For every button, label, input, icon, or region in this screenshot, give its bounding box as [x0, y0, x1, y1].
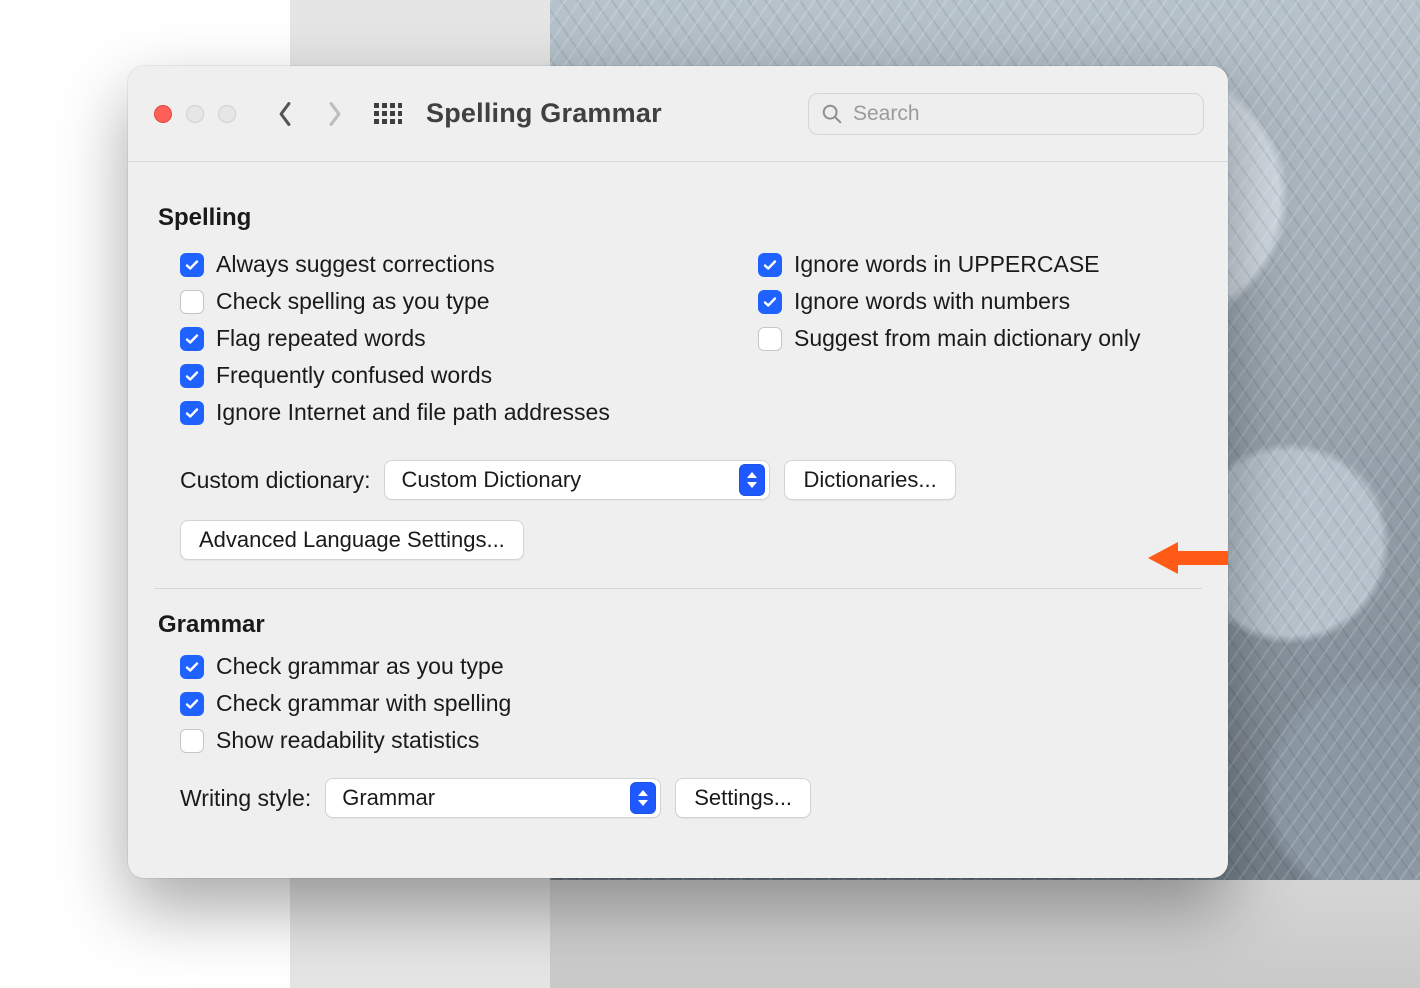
writing-style-value: Grammar	[342, 785, 435, 811]
checkbox-readability-stats[interactable]	[180, 729, 204, 753]
section-heading-grammar: Grammar	[158, 611, 1198, 639]
writing-style-row: Writing style: Grammar Settings...	[180, 778, 1198, 818]
label-ignore-numbers: Ignore words with numbers	[794, 288, 1070, 315]
window-minimize-button[interactable]	[186, 105, 204, 123]
back-button[interactable]	[266, 95, 304, 133]
window-close-button[interactable]	[154, 105, 172, 123]
label-readability-stats: Show readability statistics	[216, 727, 479, 754]
label-grammar-as-type: Check grammar as you type	[216, 653, 504, 680]
preferences-window: Spelling Grammar Spelling Always suggest…	[128, 66, 1228, 878]
label-grammar-with-spelling: Check grammar with spelling	[216, 690, 511, 717]
custom-dictionary-row: Custom dictionary: Custom Dictionary Dic…	[180, 460, 1198, 500]
checkbox-always-suggest[interactable]	[180, 253, 204, 277]
label-frequently-confused: Frequently confused words	[216, 362, 492, 389]
chevron-left-icon	[276, 101, 294, 127]
show-all-button[interactable]	[372, 98, 404, 130]
label-ignore-internet-paths: Ignore Internet and file path addresses	[216, 399, 610, 426]
grammar-settings-button[interactable]: Settings...	[675, 778, 811, 818]
checkbox-grammar-with-spelling[interactable]	[180, 692, 204, 716]
checkbox-ignore-internet-paths[interactable]	[180, 401, 204, 425]
updown-icon	[630, 782, 656, 814]
label-ignore-uppercase: Ignore words in UPPERCASE	[794, 251, 1100, 278]
custom-dictionary-label: Custom dictionary:	[180, 467, 370, 494]
checkbox-grammar-as-type[interactable]	[180, 655, 204, 679]
forward-button[interactable]	[316, 95, 354, 133]
preferences-content: Spelling Always suggest corrections Chec…	[128, 162, 1228, 818]
search-field[interactable]	[808, 93, 1204, 135]
grid-icon	[374, 103, 402, 125]
checkbox-main-dict-only[interactable]	[758, 327, 782, 351]
search-input[interactable]	[851, 101, 1191, 127]
custom-dictionary-value: Custom Dictionary	[401, 467, 581, 493]
chevron-right-icon	[326, 101, 344, 127]
custom-dictionary-select[interactable]: Custom Dictionary	[384, 460, 770, 500]
dictionaries-button[interactable]: Dictionaries...	[784, 460, 955, 500]
window-titlebar: Spelling Grammar	[128, 66, 1228, 162]
section-heading-spelling: Spelling	[158, 204, 1198, 232]
label-flag-repeated: Flag repeated words	[216, 325, 426, 352]
updown-icon	[739, 464, 765, 496]
section-divider	[154, 588, 1202, 589]
label-always-suggest: Always suggest corrections	[216, 251, 495, 278]
label-main-dict-only: Suggest from main dictionary only	[794, 325, 1140, 352]
checkbox-ignore-uppercase[interactable]	[758, 253, 782, 277]
writing-style-select[interactable]: Grammar	[325, 778, 661, 818]
checkbox-frequently-confused[interactable]	[180, 364, 204, 388]
writing-style-label: Writing style:	[180, 785, 311, 812]
window-zoom-button[interactable]	[218, 105, 236, 123]
checkbox-check-as-type[interactable]	[180, 290, 204, 314]
window-title: Spelling Grammar	[426, 98, 662, 129]
window-traffic-lights	[154, 105, 236, 123]
spelling-options: Always suggest corrections Check spellin…	[158, 246, 1198, 436]
checkbox-flag-repeated[interactable]	[180, 327, 204, 351]
advanced-language-settings-button[interactable]: Advanced Language Settings...	[180, 520, 524, 560]
search-icon	[821, 103, 843, 125]
label-check-as-type: Check spelling as you type	[216, 288, 490, 315]
checkbox-ignore-numbers[interactable]	[758, 290, 782, 314]
background-photo-footer	[550, 880, 1420, 988]
